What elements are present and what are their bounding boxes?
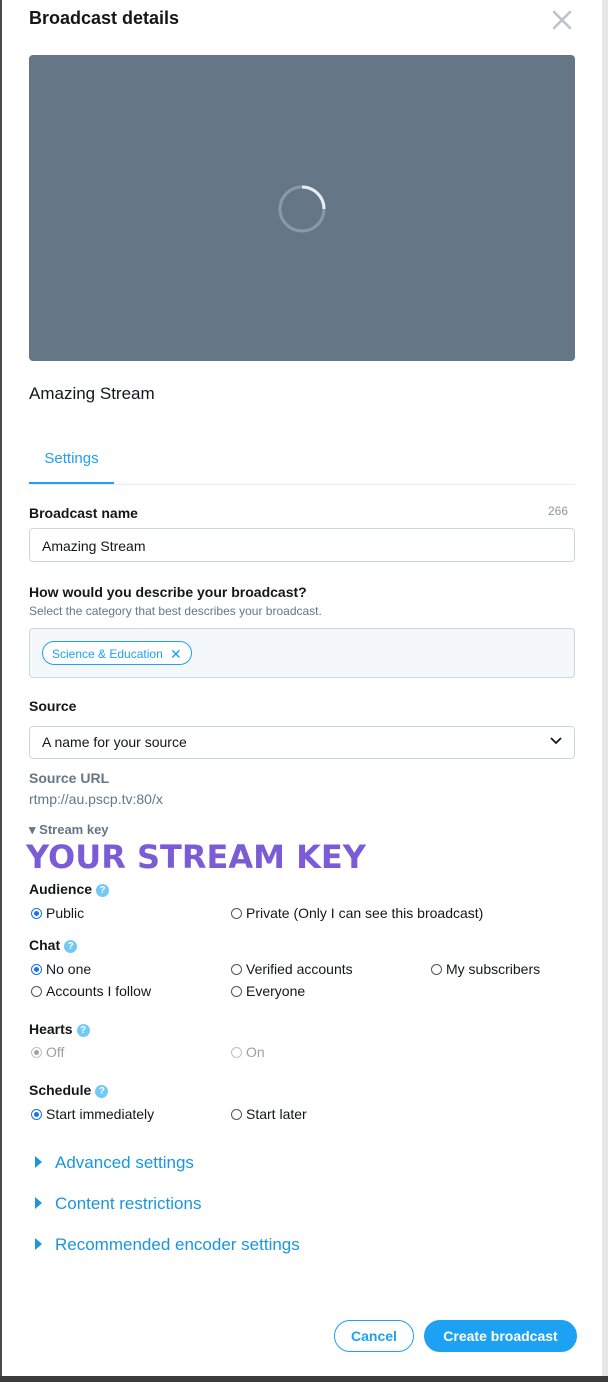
radio-icon: [31, 1047, 42, 1058]
advanced-settings-expander[interactable]: Advanced settings: [35, 1153, 194, 1173]
hearts-option-on: On: [231, 1043, 265, 1061]
schedule-label: Schedule?: [29, 1082, 109, 1098]
category-chip-label: Science & Education: [52, 647, 163, 661]
chat-option-subscribers[interactable]: My subscribers: [431, 960, 540, 978]
source-label: Source: [29, 698, 77, 714]
broadcast-name-input[interactable]: Amazing Stream: [29, 528, 575, 562]
encoder-settings-expander[interactable]: Recommended encoder settings: [35, 1235, 300, 1255]
hearts-option-off: Off: [31, 1043, 64, 1061]
chat-label-text: Chat: [29, 937, 61, 953]
caret-right-icon: [35, 1238, 42, 1250]
loading-spinner-icon: [278, 185, 326, 233]
background-edge: [602, 0, 608, 1382]
audience-label: Audience?: [29, 881, 110, 897]
tab-settings[interactable]: Settings: [29, 440, 114, 484]
hearts-label: Hearts?: [29, 1021, 90, 1037]
radio-icon: [31, 908, 42, 919]
video-preview: [29, 55, 575, 361]
broadcast-name-label: Broadcast name: [29, 505, 138, 521]
chat-option-label: Everyone: [246, 983, 306, 999]
audience-option-label: Private (Only I can see this broadcast): [246, 905, 484, 921]
hearts-option-label: On: [246, 1044, 265, 1060]
cancel-button[interactable]: Cancel: [334, 1320, 414, 1352]
chat-option-label: No one: [46, 961, 92, 977]
help-icon[interactable]: ?: [76, 1024, 90, 1037]
audience-label-text: Audience: [29, 881, 93, 897]
radio-icon: [31, 986, 42, 997]
stream-key-toggle[interactable]: ▾ Stream key: [29, 822, 109, 838]
stream-key-label: Stream key: [39, 822, 109, 837]
schedule-option-now[interactable]: Start immediately: [31, 1105, 154, 1123]
caret-down-icon: ▾: [29, 822, 36, 837]
stream-key-overlay-text: YOUR STREAM KEY: [26, 838, 366, 876]
remove-category-icon[interactable]: ✕: [170, 642, 182, 666]
schedule-option-label: Start later: [246, 1106, 307, 1122]
chat-option-accounts-follow[interactable]: Accounts I follow: [31, 982, 151, 1000]
source-url-value: rtmp://au.pscp.tv:80/x: [29, 791, 163, 807]
settings-tabs: Settings: [29, 440, 575, 485]
content-restrictions-expander[interactable]: Content restrictions: [35, 1194, 201, 1214]
radio-icon: [231, 908, 242, 919]
close-icon[interactable]: [550, 8, 574, 32]
create-broadcast-button[interactable]: Create broadcast: [424, 1320, 577, 1352]
dialog-title: Broadcast details: [29, 8, 180, 28]
category-hint: Select the category that best describes …: [29, 604, 322, 618]
radio-icon: [31, 964, 42, 975]
source-selected-value: A name for your source: [42, 734, 187, 750]
hearts-label-text: Hearts: [29, 1021, 73, 1037]
schedule-option-later[interactable]: Start later: [231, 1105, 307, 1123]
chevron-down-icon: [550, 737, 562, 745]
preview-stream-name: Amazing Stream: [29, 384, 155, 403]
chat-option-label: Verified accounts: [246, 961, 353, 977]
category-input[interactable]: Science & Education ✕: [29, 628, 575, 678]
caret-right-icon: [35, 1156, 42, 1168]
schedule-option-label: Start immediately: [46, 1106, 155, 1122]
category-label: How would you describe your broadcast?: [29, 584, 307, 600]
hearts-option-label: Off: [46, 1044, 65, 1060]
chat-option-label: My subscribers: [446, 961, 541, 977]
audience-option-label: Public: [46, 905, 85, 921]
schedule-label-text: Schedule: [29, 1082, 92, 1098]
background-edge: [0, 1376, 608, 1382]
chat-label: Chat?: [29, 937, 78, 953]
chat-option-verified[interactable]: Verified accounts: [231, 960, 353, 978]
help-icon[interactable]: ?: [95, 1085, 109, 1098]
radio-icon: [231, 986, 242, 997]
radio-icon: [431, 964, 442, 975]
expander-label: Content restrictions: [55, 1194, 202, 1213]
radio-icon: [231, 1109, 242, 1120]
chat-option-everyone[interactable]: Everyone: [231, 982, 305, 1000]
radio-icon: [231, 1047, 242, 1058]
expander-label: Recommended encoder settings: [55, 1235, 300, 1254]
radio-icon: [31, 1109, 42, 1120]
caret-right-icon: [35, 1197, 42, 1209]
source-select[interactable]: A name for your source: [29, 726, 575, 759]
help-icon[interactable]: ?: [64, 940, 78, 953]
audience-option-private[interactable]: Private (Only I can see this broadcast): [231, 904, 483, 922]
character-counter: 266: [547, 504, 568, 518]
chat-option-no-one[interactable]: No one: [31, 960, 91, 978]
broadcast-details-dialog: Broadcast details Amazing Stream Setting…: [2, 0, 602, 1376]
source-url-label: Source URL: [29, 770, 110, 786]
expander-label: Advanced settings: [55, 1153, 194, 1172]
category-chip: Science & Education ✕: [42, 641, 192, 665]
radio-icon: [231, 964, 242, 975]
help-icon[interactable]: ?: [96, 884, 110, 897]
chat-option-label: Accounts I follow: [46, 983, 152, 999]
audience-option-public[interactable]: Public: [31, 904, 84, 922]
